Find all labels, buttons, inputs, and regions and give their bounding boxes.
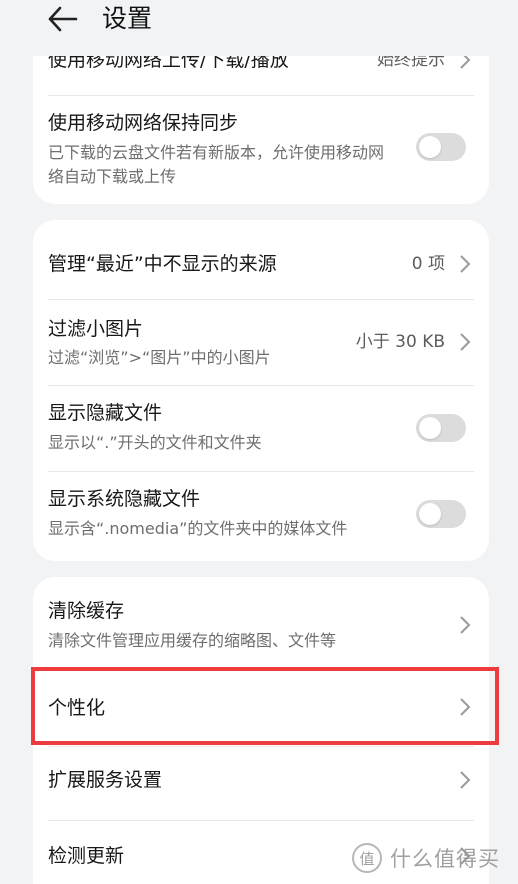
filter-small-images-row[interactable]: 过滤小图片 过滤“浏览”>“图片”中的小图片 小于 30 KB [33, 300, 489, 386]
chevron-right-icon [460, 333, 471, 351]
chevron-right-icon [460, 771, 471, 789]
filter-small-images-subtitle: 过滤“浏览”>“图片”中的小图片 [48, 348, 271, 367]
chevron-right-icon [460, 616, 471, 634]
extension-services-row[interactable]: 扩展服务设置 [33, 747, 489, 821]
display-settings-card: 管理“最近”中不显示的来源 0 项 过滤小图片 过滤“浏览”>“图片”中的小图片… [33, 220, 489, 561]
chevron-right-icon [460, 698, 471, 716]
mobile-sync-title: 使用移动网络保持同步 [48, 112, 239, 134]
show-hidden-files-toggle[interactable] [416, 414, 466, 442]
personalize-row[interactable]: 个性化 [33, 669, 489, 747]
filter-small-images-title: 过滤小图片 [48, 318, 144, 340]
watermark-text: 什么值得买 [390, 847, 500, 871]
settings-scroll-view[interactable]: 使用移动网络上传/下载/播放 始终提示 使用移动网络保持同步 已下载的云盘文件若… [0, 0, 518, 884]
show-system-hidden-toggle[interactable] [416, 500, 466, 528]
clear-cache-row[interactable]: 清除缓存 清除文件管理应用缓存的缩略图、文件等 [33, 577, 489, 669]
show-system-hidden-subtitle: 显示含“.nomedia”的文件夹中的媒体文件 [48, 519, 348, 538]
misc-settings-card: 清除缓存 清除文件管理应用缓存的缩略图、文件等 个性化 扩展服务设置 检测更新 [33, 577, 489, 884]
recent-sources-count: 0 项 [411, 254, 445, 274]
watermark-logo-icon: 值 [352, 843, 382, 873]
show-system-hidden-title: 显示系统隐藏文件 [48, 488, 201, 510]
clear-cache-subtitle: 清除文件管理应用缓存的缩略图、文件等 [48, 631, 337, 650]
show-hidden-files-title: 显示隐藏文件 [48, 402, 163, 424]
recent-sources-row[interactable]: 管理“最近”中不显示的来源 0 项 [33, 220, 489, 300]
toggle-knob [419, 503, 441, 525]
chevron-right-icon [460, 255, 471, 273]
extension-services-title: 扩展服务设置 [48, 769, 163, 791]
toggle-knob [419, 417, 441, 439]
clear-cache-title: 清除缓存 [48, 600, 125, 622]
personalize-title: 个性化 [48, 697, 106, 719]
arrow-left-icon[interactable] [46, 4, 80, 34]
toggle-knob [419, 136, 441, 158]
app-header: 设置 [0, 0, 518, 56]
mobile-sync-subtitle: 已下载的云盘文件若有新版本，允许使用移动网络自动下载或上传 [48, 143, 385, 186]
show-hidden-files-row[interactable]: 显示隐藏文件 显示以“.”开头的文件和文件夹 [33, 386, 489, 472]
show-system-hidden-row[interactable]: 显示系统隐藏文件 显示含“.nomedia”的文件夹中的媒体文件 [33, 472, 489, 561]
recent-sources-title: 管理“最近”中不显示的来源 [48, 253, 277, 275]
filter-small-images-value: 小于 30 KB [355, 332, 445, 352]
mobile-sync-row[interactable]: 使用移动网络保持同步 已下载的云盘文件若有新版本，允许使用移动网络自动下载或上传 [33, 96, 489, 204]
watermark: 值 什么值得买 [352, 840, 512, 876]
page-title: 设置 [102, 4, 153, 33]
check-updates-title: 检测更新 [48, 845, 125, 867]
show-hidden-files-subtitle: 显示以“.”开头的文件和文件夹 [48, 433, 262, 452]
mobile-sync-toggle[interactable] [416, 133, 466, 161]
